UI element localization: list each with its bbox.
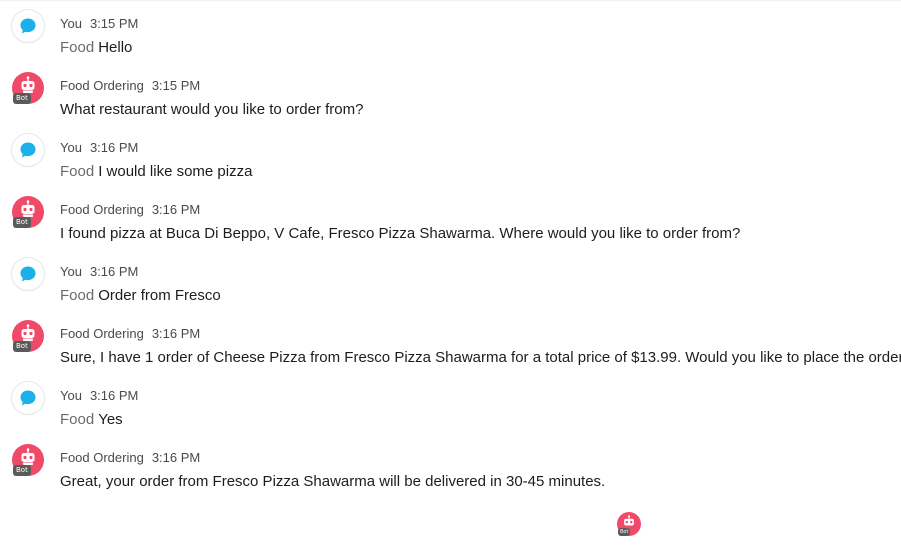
bot-avatar[interactable]: Bot <box>12 196 44 228</box>
user-avatar[interactable] <box>12 134 44 166</box>
message-text: Food Hello <box>60 39 132 57</box>
message-row: Bot Food Ordering 3:16 PM I found pizza a… <box>0 192 901 254</box>
bot-badge: Bot <box>618 528 631 536</box>
sender-name: Food Ordering <box>60 326 144 341</box>
message-row: You 3:16 PM Food I would like some pizza <box>0 130 901 192</box>
message-row: Bot Food Ordering 3:15 PM What restaurant… <box>0 68 901 130</box>
channel-prefix: Food <box>60 39 95 56</box>
message-body: Hello <box>98 39 133 56</box>
message-meta: Food Ordering 3:16 PM <box>60 450 200 466</box>
message-body: I found pizza at Buca Di Beppo, V Cafe, … <box>60 225 741 242</box>
bot-avatar[interactable]: Bot <box>12 320 44 352</box>
bot-badge: Bot <box>13 465 31 476</box>
message-row: You 3:16 PM Food Yes <box>0 378 901 440</box>
timestamp: 3:16 PM <box>89 264 139 279</box>
message-text: I found pizza at Buca Di Beppo, V Cafe, … <box>60 225 740 243</box>
timestamp: 3:15 PM <box>89 16 139 31</box>
user-avatar[interactable] <box>12 382 44 414</box>
timestamp: 3:16 PM <box>151 450 201 465</box>
message-body: Sure, I have 1 order of Cheese Pizza fro… <box>60 349 901 366</box>
timestamp: 3:15 PM <box>151 78 201 93</box>
message-meta: You 3:15 PM <box>60 16 138 32</box>
bot-badge: Bot <box>13 341 31 352</box>
message-row: Bot Food Ordering 3:16 PM Sure, I have 1 … <box>0 316 901 378</box>
message-row: You 3:15 PM Food Hello <box>0 6 901 68</box>
bot-avatar[interactable]: Bot <box>12 444 44 476</box>
bot-avatar[interactable]: Bot <box>12 72 44 104</box>
message-text: Food I would like some pizza <box>60 163 252 181</box>
message-body: What restaurant would you like to order … <box>60 101 364 118</box>
timestamp: 3:16 PM <box>151 326 201 341</box>
chat-bubble-icon <box>20 18 36 34</box>
timestamp: 3:16 PM <box>89 140 139 155</box>
message-row: You 3:16 PM Food Order from Fresco <box>0 254 901 316</box>
sender-name: Food Ordering <box>60 78 144 93</box>
message-text: Great, your order from Fresco Pizza Shaw… <box>60 473 605 491</box>
channel-prefix: Food <box>60 163 95 180</box>
message-text: Sure, I have 1 order of Cheese Pizza fro… <box>60 349 901 367</box>
message-text: Food Yes <box>60 411 123 429</box>
channel-prefix: Food <box>60 287 95 304</box>
message-text: Food Order from Fresco <box>60 287 221 305</box>
timestamp: 3:16 PM <box>89 388 139 403</box>
message-meta: Food Ordering 3:15 PM <box>60 78 200 94</box>
sender-name: You <box>60 388 82 403</box>
sender-name: You <box>60 264 82 279</box>
sender-name: Food Ordering <box>60 202 144 217</box>
sender-name: You <box>60 16 82 31</box>
bot-typing-indicator: Bot <box>617 512 641 536</box>
sender-name: You <box>60 140 82 155</box>
chat-bubble-icon <box>20 390 36 406</box>
message-body: Yes <box>98 411 123 428</box>
top-edge-shadow <box>0 0 901 2</box>
bot-badge: Bot <box>13 217 31 228</box>
message-meta: You 3:16 PM <box>60 264 138 280</box>
channel-prefix: Food <box>60 411 95 428</box>
timestamp: 3:16 PM <box>151 202 201 217</box>
bot-badge: Bot <box>13 93 31 104</box>
message-body: Great, your order from Fresco Pizza Shaw… <box>60 473 606 490</box>
message-row: Bot Food Ordering 3:16 PM Great, your ord… <box>0 440 901 502</box>
message-text: What restaurant would you like to order … <box>60 101 363 119</box>
message-meta: Food Ordering 3:16 PM <box>60 202 200 218</box>
user-avatar[interactable] <box>12 258 44 290</box>
message-meta: You 3:16 PM <box>60 388 138 404</box>
sender-name: Food Ordering <box>60 450 144 465</box>
message-body: Order from Fresco <box>98 287 221 304</box>
message-meta: You 3:16 PM <box>60 140 138 156</box>
chat-bubble-icon <box>20 266 36 282</box>
chat-bubble-icon <box>20 142 36 158</box>
message-meta: Food Ordering 3:16 PM <box>60 326 200 342</box>
user-avatar[interactable] <box>12 10 44 42</box>
message-body: I would like some pizza <box>98 163 253 180</box>
